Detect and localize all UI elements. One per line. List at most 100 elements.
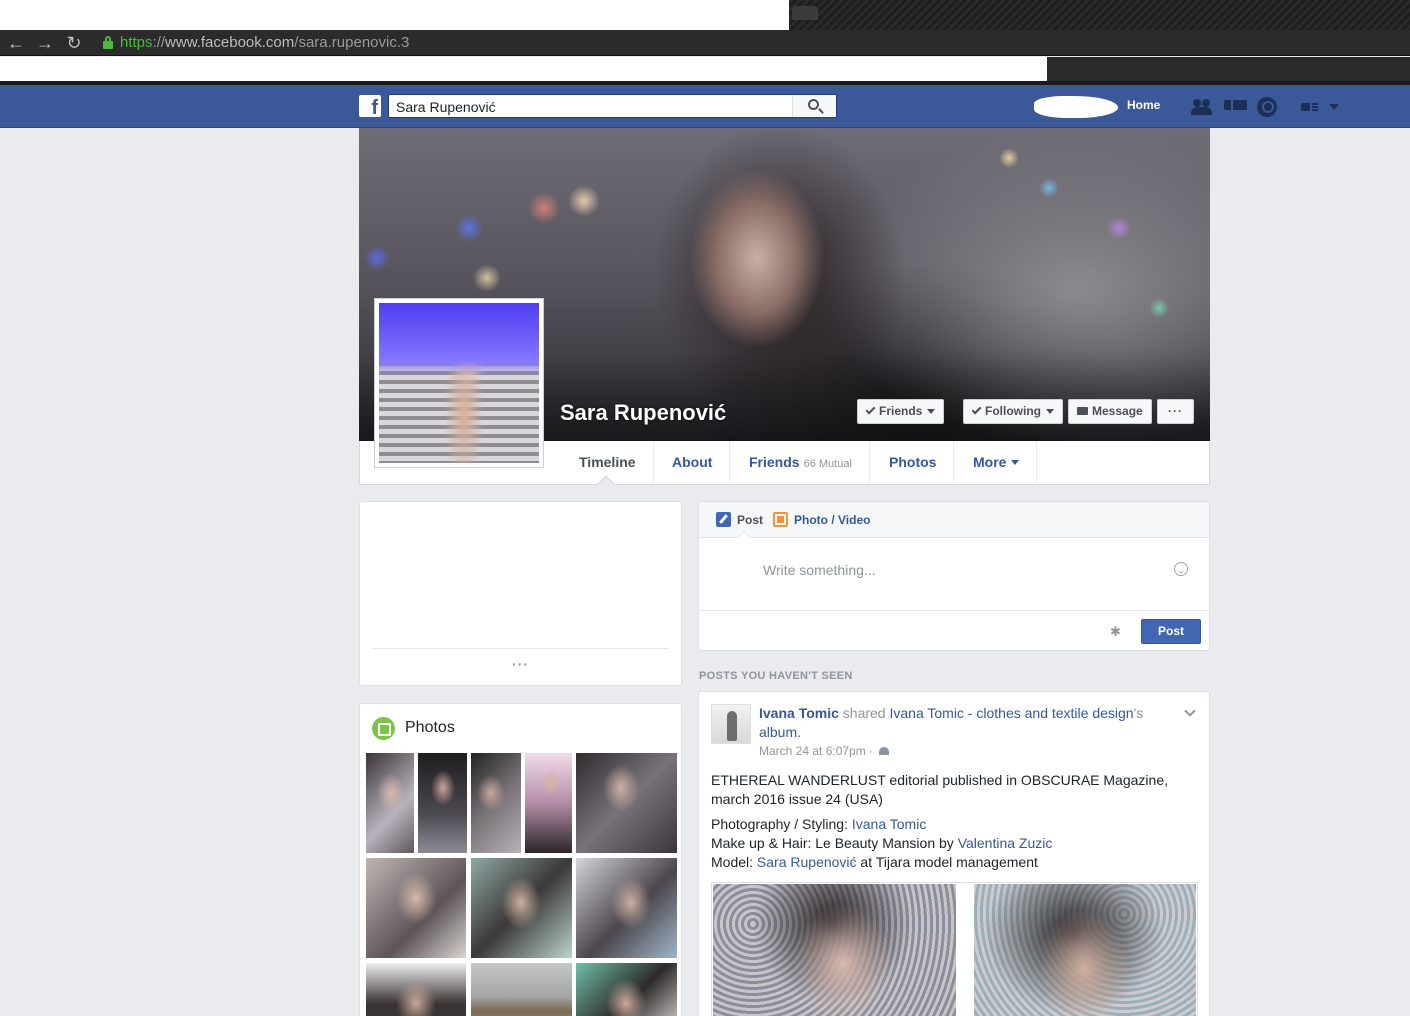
address-url[interactable]: https://www.facebook.com/sara.rupenovic.…	[120, 33, 409, 53]
tab-friends-label: Friends	[749, 454, 800, 470]
facebook-top-bar: f Sara Rupenović Home	[0, 85, 1410, 128]
emoji-icon[interactable]	[1174, 562, 1188, 576]
tab-about[interactable]: About	[655, 441, 731, 484]
search-input[interactable]: Sara Rupenović	[388, 94, 837, 118]
tab-photos[interactable]: Photos	[872, 441, 955, 484]
post-body-line: ETHEREAL WANDERLUST editorial published …	[711, 772, 1168, 807]
browser-tabstrip	[0, 0, 1410, 30]
intro-more-icon[interactable]: ···	[512, 656, 529, 672]
messages-icon[interactable]	[1224, 97, 1249, 117]
search-value: Sara Rupenović	[396, 99, 496, 115]
url-scheme: https	[120, 34, 153, 51]
photo-thumbnail[interactable]	[365, 962, 467, 1016]
more-dots-icon: ···	[1168, 404, 1183, 418]
post-composer: Post Photo / Video Write something... ✱ …	[698, 501, 1210, 651]
mutual-friends-count: 66 Mutual	[803, 458, 852, 470]
caret-down-icon	[927, 409, 936, 414]
chevron-down-icon[interactable]	[1184, 705, 1196, 717]
browser-tab-active[interactable]	[0, 0, 789, 30]
photo-thumbnail[interactable]	[470, 857, 573, 959]
check-icon	[865, 404, 876, 415]
feed-post: Ivana Tomic shared Ivana Tomic - clothes…	[698, 691, 1210, 1016]
post-period: .	[797, 724, 802, 740]
credit-label: Model:	[711, 854, 757, 870]
following-button[interactable]: Following	[963, 399, 1063, 424]
credit-suffix: at Tijara model management	[856, 854, 1038, 870]
post-actor-link[interactable]: Ivana Tomic	[759, 705, 839, 721]
credit-link[interactable]: Sara Rupenović	[757, 854, 857, 870]
intro-divider	[372, 648, 669, 649]
friends-button[interactable]: Friends	[857, 399, 945, 424]
photo-thumbnail[interactable]	[365, 857, 467, 959]
pencil-icon	[716, 512, 731, 527]
photo-thumbnail[interactable]	[575, 857, 678, 959]
post-timestamp[interactable]: March 24 at 6:07pm ·	[759, 744, 890, 758]
notifications-globe-icon[interactable]	[1257, 97, 1277, 117]
search-button[interactable]	[792, 95, 836, 117]
avatar[interactable]	[711, 704, 751, 744]
friends-button-label: Friends	[879, 404, 923, 418]
privacy-shortcuts-icon[interactable]	[1299, 97, 1321, 117]
credit-label: Photography / Styling:	[711, 816, 852, 832]
tab-more-label: More	[973, 454, 1007, 470]
new-tab-button[interactable]	[792, 6, 818, 20]
photo-thumbnail[interactable]	[470, 752, 522, 854]
credit-label: Make up & Hair: Le Beauty Mansion by	[711, 835, 958, 851]
caret-down-icon	[1046, 409, 1054, 414]
redacted-user-name	[1034, 96, 1118, 118]
lock-icon	[103, 36, 113, 50]
intro-card: ···	[359, 501, 682, 686]
photo-thumbnail[interactable]	[524, 752, 573, 854]
more-options-button[interactable]: ···	[1157, 399, 1194, 424]
message-button-label: Message	[1092, 404, 1143, 418]
credit-link[interactable]: Valentina Zuzic	[958, 835, 1053, 851]
message-button[interactable]: Message	[1068, 399, 1152, 424]
composer-tab-photo-video[interactable]: Photo / Video	[794, 513, 870, 527]
composer-tab-post[interactable]: Post	[737, 513, 763, 527]
post-header: Ivana Tomic shared Ivana Tomic - clothes…	[759, 704, 1179, 742]
friend-requests-icon[interactable]	[1191, 97, 1213, 117]
home-link[interactable]: Home	[1127, 98, 1160, 112]
audience-friends-icon[interactable]	[879, 747, 890, 755]
photos-icon	[372, 717, 395, 740]
check-icon	[971, 404, 982, 415]
post-button[interactable]: Post	[1141, 619, 1201, 644]
post-target-link[interactable]: Ivana Tomic - clothes and textile design	[889, 705, 1133, 721]
feed-section-label: POSTS YOU HAVEN'T SEEN	[699, 670, 853, 682]
post-album-link[interactable]: album	[759, 724, 797, 740]
photos-card: Photos	[359, 703, 682, 1016]
post-credit-makeup: Make up & Hair: Le Beauty Mansion by Val…	[711, 834, 1191, 853]
gear-icon[interactable]: ✱	[1110, 625, 1121, 639]
post-photo[interactable]	[713, 884, 956, 1016]
post-photo[interactable]	[974, 884, 1196, 1016]
tab-friends[interactable]: Friends 66 Mutual	[732, 441, 870, 484]
credit-link[interactable]: Ivana Tomic	[852, 816, 926, 832]
photo-thumbnail[interactable]	[470, 962, 573, 1016]
profile-picture[interactable]	[374, 298, 544, 468]
reload-icon[interactable]: ↻	[63, 33, 85, 53]
account-menu-caret-icon[interactable]	[1329, 104, 1339, 110]
url-separator: ://	[152, 34, 166, 51]
composer-input[interactable]: Write something...	[763, 562, 876, 578]
post-credit-photography: Photography / Styling: Ivana Tomic	[711, 815, 1191, 834]
photo-thumbnail[interactable]	[417, 752, 468, 854]
post-credit-model: Model: Sara Rupenović at Tijara model ma…	[711, 853, 1191, 872]
bookmarks-area	[0, 57, 1047, 81]
photo-thumbnail[interactable]	[575, 752, 678, 854]
photos-title[interactable]: Photos	[405, 719, 455, 737]
facebook-logo-icon[interactable]: f	[359, 95, 381, 117]
back-arrow-icon[interactable]: ←	[5, 33, 27, 53]
composer-divider	[699, 610, 1209, 611]
photo-thumbnail[interactable]	[575, 962, 678, 1016]
tab-more[interactable]: More	[956, 441, 1038, 484]
post-timestamp-text: March 24 at 6:07pm ·	[759, 744, 877, 758]
photo-video-icon	[773, 512, 788, 527]
photo-thumbnail[interactable]	[365, 752, 415, 854]
caret-down-icon	[1011, 460, 1020, 465]
profile-name[interactable]: Sara Rupenović	[560, 400, 726, 426]
following-button-label: Following	[985, 404, 1041, 418]
bookmarks-bar	[0, 57, 1410, 81]
forward-arrow-icon[interactable]: →	[34, 33, 56, 53]
profile-picture-image	[379, 303, 539, 463]
search-icon	[808, 99, 819, 110]
